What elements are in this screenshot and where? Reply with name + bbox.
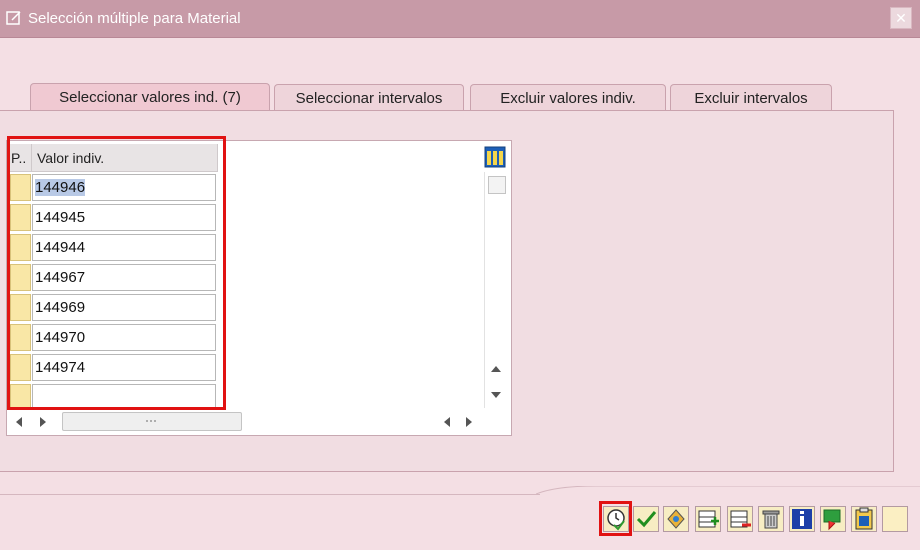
tab-select-intervals[interactable]: Seleccionar intervalos xyxy=(274,84,464,110)
clipboard-button[interactable] xyxy=(851,506,877,532)
delete-row-button[interactable] xyxy=(727,506,753,532)
confirm-button[interactable] xyxy=(633,506,659,532)
hscroll-thumb[interactable] xyxy=(62,412,242,431)
scroll-left-icon[interactable] xyxy=(14,416,24,428)
divider xyxy=(0,494,540,495)
edit-window-icon xyxy=(6,11,21,25)
info-icon xyxy=(792,509,812,529)
insert-row-button[interactable] xyxy=(695,506,721,532)
tab-select-single-values[interactable]: Seleccionar valores ind. (7) xyxy=(30,83,270,111)
delete-all-button[interactable] xyxy=(758,506,784,532)
tab-exclude-intervals[interactable]: Excluir intervalos xyxy=(670,84,832,110)
delete-row-icon xyxy=(730,510,751,528)
close-button[interactable]: ✕ xyxy=(890,7,912,29)
close-icon: ✕ xyxy=(895,10,907,26)
column-config-icon[interactable] xyxy=(484,146,506,168)
insert-row-icon xyxy=(698,510,719,528)
import-icon xyxy=(823,509,841,531)
vertical-scrollbar[interactable] xyxy=(484,172,509,408)
check-icon xyxy=(636,511,657,528)
info-button[interactable] xyxy=(789,506,815,532)
title-bar: Selección múltiple para Material ✕ xyxy=(0,0,920,38)
horizontal-scrollbar[interactable] xyxy=(8,410,508,432)
execute-highlight-box xyxy=(599,501,632,536)
blank-button[interactable] xyxy=(882,506,908,532)
multi-select-button[interactable] xyxy=(663,506,689,532)
tab-label: Seleccionar valores ind. (7) xyxy=(59,89,241,106)
scroll-thumb[interactable] xyxy=(488,176,506,194)
trash-icon xyxy=(762,510,780,529)
divider-curve xyxy=(536,486,920,495)
grip-icon xyxy=(146,420,156,422)
tab-label: Excluir intervalos xyxy=(694,90,808,107)
window-title: Selección múltiple para Material xyxy=(28,10,241,27)
scroll-down-icon[interactable] xyxy=(490,390,502,400)
clipboard-icon xyxy=(855,507,873,530)
scroll-up-icon[interactable] xyxy=(490,364,502,374)
import-button[interactable] xyxy=(820,506,846,532)
scroll-left-icon[interactable] xyxy=(442,416,452,428)
scroll-right-icon[interactable] xyxy=(38,416,48,428)
highlight-box xyxy=(7,136,226,410)
scroll-right-icon[interactable] xyxy=(464,416,474,428)
tab-label: Seleccionar intervalos xyxy=(295,90,443,107)
tab-label: Excluir valores indiv. xyxy=(500,90,636,107)
multi-select-icon xyxy=(667,509,685,529)
tab-exclude-single-values[interactable]: Excluir valores indiv. xyxy=(470,84,666,110)
